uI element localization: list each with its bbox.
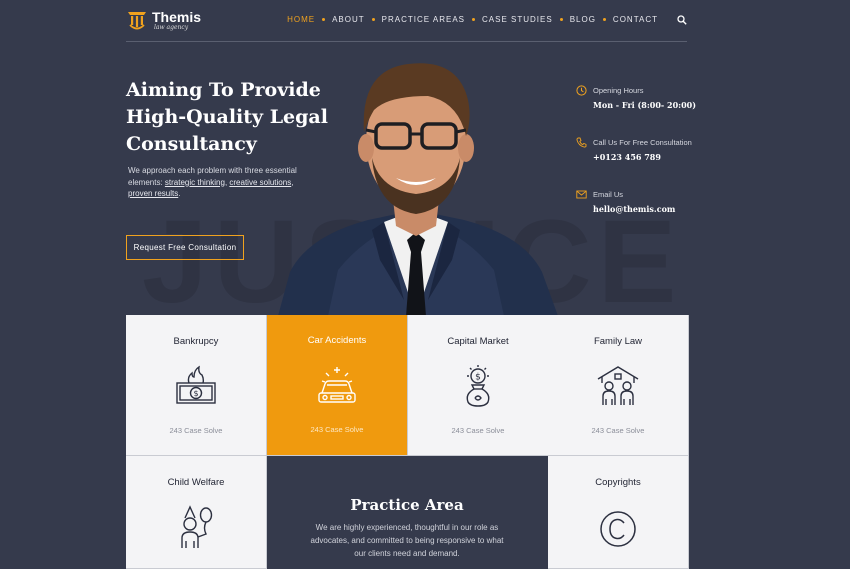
practice-area-description: We are highly experienced, thoughtful in… — [310, 523, 504, 558]
info-label: Opening Hours — [593, 86, 644, 95]
card-title: Car Accidents — [307, 335, 367, 346]
nav-separator — [371, 18, 375, 21]
logo-name: Themis — [152, 8, 202, 25]
card-copyrights[interactable]: Copyrights — [548, 456, 689, 569]
search-icon[interactable] — [677, 15, 687, 25]
logo[interactable]: Themis law agency — [126, 9, 201, 31]
card-title: Capital Market — [447, 336, 509, 347]
nav-separator — [602, 18, 606, 21]
nav-separator — [472, 18, 475, 21]
card-title: Child Welfare — [167, 477, 225, 488]
family-house-icon — [597, 366, 639, 405]
logo-icon — [128, 12, 146, 30]
info-label: Call Us For Free Consultation — [593, 138, 692, 147]
card-child-welfare[interactable]: Child Welfare — [126, 456, 267, 569]
logo-tagline: law agency — [154, 23, 189, 31]
practice-area-title: Practice Area — [350, 496, 464, 514]
info-value[interactable]: hello@themis.com — [593, 204, 675, 214]
nav-about[interactable]: ABOUT — [332, 15, 365, 24]
case-count: 243 Case Solve — [169, 426, 223, 435]
request-consultation-button[interactable]: Request Free Consultation — [126, 235, 244, 260]
info-value[interactable]: +0123 456 789 — [593, 152, 661, 162]
site-header: Themis law agency HOME ABOUT PRACTICE AR… — [126, 0, 687, 42]
phone-icon — [576, 137, 587, 148]
case-count: 243 Case Solve — [451, 426, 505, 435]
card-car-accidents[interactable]: Car Accidents 243 Case Solve — [267, 315, 408, 456]
nav-case-studies[interactable]: CASE STUDIES — [482, 15, 553, 24]
burning-money-icon: $ — [176, 365, 216, 404]
child-balloon-icon — [181, 505, 213, 548]
card-capital-market[interactable]: Capital Market $ 243 Case Solve — [408, 315, 549, 456]
mail-icon — [576, 190, 587, 199]
case-count: 243 Case Solve — [310, 425, 364, 434]
copyright-icon — [600, 511, 636, 547]
car-crash-icon — [318, 367, 356, 403]
link-proven-results[interactable]: proven results — [128, 189, 178, 198]
money-bag-icon: $ — [466, 365, 490, 407]
hero-desc-end: . — [178, 189, 181, 198]
card-title: Family Law — [593, 336, 643, 347]
info-label: Email Us — [593, 190, 624, 199]
link-creative-solutions[interactable]: creative solutions — [229, 178, 291, 187]
nav-separator — [322, 18, 326, 21]
link-strategic-thinking[interactable]: strategic thinking — [165, 178, 225, 187]
nav-practice-areas[interactable]: PRACTICE AREAS — [382, 15, 465, 24]
hero-title: Aiming To Provide High-Quality Legal Con… — [126, 79, 328, 155]
clock-icon — [576, 85, 587, 96]
info-value: Mon - Fri (8:00- 20:00) — [593, 100, 697, 110]
main-nav: HOME ABOUT PRACTICE AREAS CASE STUDIES B… — [287, 15, 658, 24]
card-bankrupcy[interactable]: Bankrupcy $ 243 Case Solve — [126, 315, 267, 456]
hero-description: We approach each problem with three esse… — [128, 165, 298, 200]
card-title: Bankrupcy — [173, 336, 219, 347]
hero-desc-sep: , — [291, 177, 294, 187]
svg-text:$: $ — [475, 373, 481, 383]
svg-text:$: $ — [193, 389, 198, 398]
practice-area-intro: Practice Area We are highly experienced,… — [267, 456, 547, 569]
nav-contact[interactable]: CONTACT — [613, 15, 658, 24]
card-title: Copyrights — [595, 477, 641, 488]
nav-blog[interactable]: BLOG — [570, 15, 596, 24]
nav-separator — [559, 18, 563, 21]
case-count: 243 Case Solve — [591, 426, 645, 435]
card-family-law[interactable]: Family Law 243 Case Solve — [548, 315, 689, 456]
nav-home[interactable]: HOME — [287, 15, 315, 24]
